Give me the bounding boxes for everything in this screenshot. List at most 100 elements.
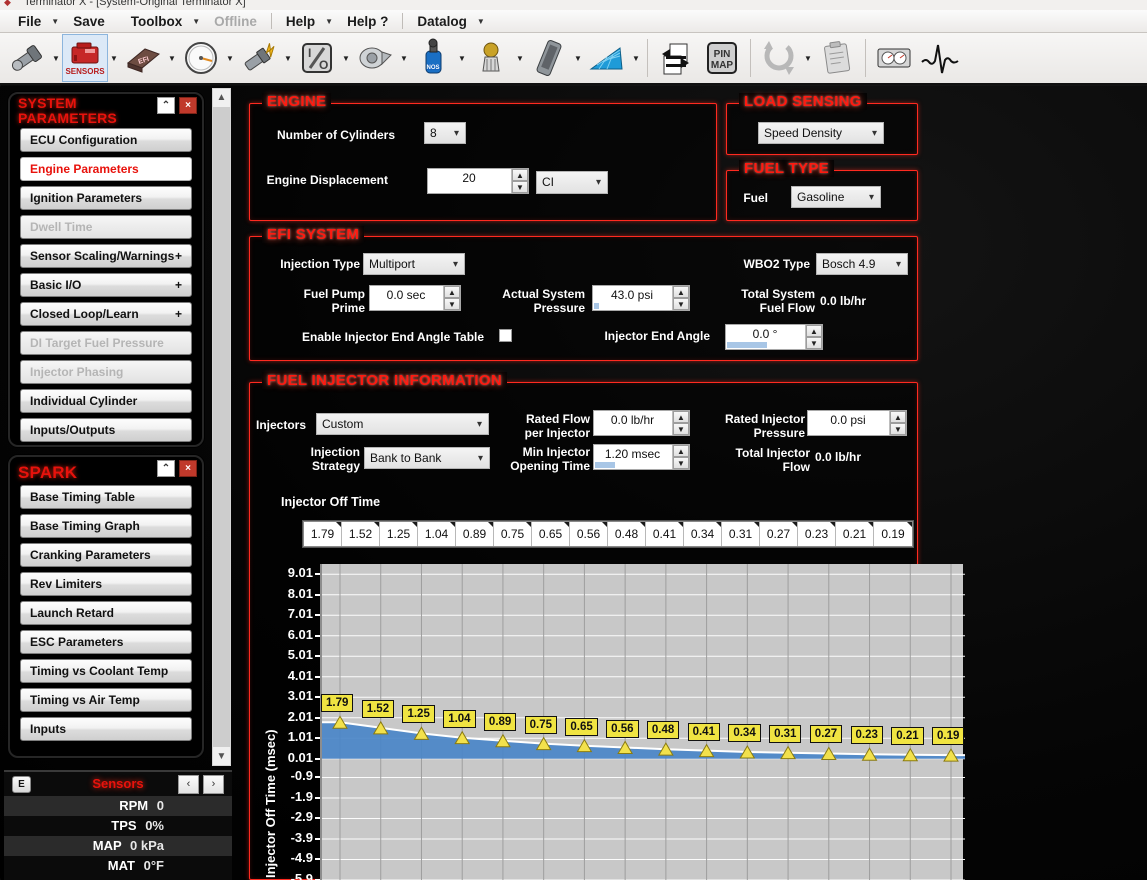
sensors-next-button[interactable]: › xyxy=(203,775,224,794)
cylinders-select[interactable]: 8 ▾ xyxy=(424,122,466,144)
scroll-up-arrow[interactable]: ▲ xyxy=(213,89,230,106)
off-time-cell[interactable]: 1.04 xyxy=(418,522,456,546)
sensors-prev-button[interactable]: ‹ xyxy=(178,775,199,794)
toolbar-turbo-button[interactable] xyxy=(352,34,398,82)
toolbar-clipboard-button[interactable] xyxy=(814,34,860,82)
fuel-pump-prime-input[interactable]: 0.0 sec ▲ ▼ xyxy=(369,285,461,311)
rated-flow-spinner[interactable]: ▲ ▼ xyxy=(672,411,689,435)
injector-end-angle-spinner[interactable]: ▲ ▼ xyxy=(805,325,822,349)
panel-spark-minimize[interactable]: ⌃ xyxy=(157,460,175,477)
actual-system-pressure-input[interactable]: 43.0 psi ▲ ▼ xyxy=(592,285,690,311)
off-time-cell[interactable]: 0.31 xyxy=(722,522,760,546)
actual-system-pressure-spinner[interactable]: ▲ ▼ xyxy=(672,286,689,310)
toolbar-gauge-button[interactable] xyxy=(178,34,224,82)
fuel-select[interactable]: Gasoline ▾ xyxy=(791,186,881,208)
spinner-down-icon[interactable]: ▼ xyxy=(512,181,528,193)
spinner-up-icon[interactable]: ▲ xyxy=(806,325,822,337)
toolbar-handheld-caret[interactable]: ▼ xyxy=(572,54,584,63)
off-time-cell[interactable]: 0.56 xyxy=(570,522,608,546)
off-time-cell[interactable]: 0.21 xyxy=(836,522,874,546)
toolbar-sensors-caret[interactable]: ▼ xyxy=(108,54,120,63)
toolbar-transfer-button[interactable] xyxy=(653,34,699,82)
menu-datalog-caret[interactable]: ▼ xyxy=(471,11,495,32)
spinner-down-icon[interactable]: ▼ xyxy=(673,457,689,469)
toolbar-refresh-caret[interactable]: ▼ xyxy=(802,54,814,63)
toolbar-spark-plug-button[interactable] xyxy=(236,34,282,82)
fuel-pump-prime-spinner[interactable]: ▲ ▼ xyxy=(443,286,460,310)
sidebar-item-ecu-configuration[interactable]: ECU Configuration xyxy=(20,128,192,152)
injectors-select[interactable]: Custom ▾ xyxy=(316,413,489,435)
injection-strategy-select[interactable]: Bank to Bank ▾ xyxy=(364,447,490,469)
sidebar-item-inputs[interactable]: Inputs xyxy=(20,717,192,741)
sidebar-item-sensor-scaling-warnings[interactable]: Sensor Scaling/Warnings + xyxy=(20,244,192,268)
off-time-cell[interactable]: 0.89 xyxy=(456,522,494,546)
toolbar-handheld-button[interactable] xyxy=(526,34,572,82)
toolbar-gauge-caret[interactable]: ▼ xyxy=(224,54,236,63)
sidebar-item-basic-io[interactable]: Basic I/O + xyxy=(20,273,192,297)
off-time-cell[interactable]: 1.52 xyxy=(342,522,380,546)
toolbar-turbo-caret[interactable]: ▼ xyxy=(398,54,410,63)
off-time-cell[interactable]: 0.75 xyxy=(494,522,532,546)
toolbar-nitrous-button[interactable]: NOS xyxy=(410,34,456,82)
off-time-cell[interactable]: 0.27 xyxy=(760,522,798,546)
toolbar-io-button[interactable]: I O xyxy=(294,34,340,82)
toolbar-waveform-button[interactable] xyxy=(917,34,963,82)
spinner-up-icon[interactable]: ▲ xyxy=(890,411,906,423)
panel-spark-close[interactable]: × xyxy=(179,460,197,477)
toolbar-sensors-button[interactable]: SENSORS xyxy=(62,34,108,82)
off-time-cell[interactable]: 0.48 xyxy=(608,522,646,546)
wbo2-type-select[interactable]: Bosch 4.9 ▾ xyxy=(816,253,908,275)
sidebar-item-cranking-parameters[interactable]: Cranking Parameters xyxy=(20,543,192,567)
spinner-up-icon[interactable]: ▲ xyxy=(673,445,689,457)
menu-toolbox-caret[interactable]: ▼ xyxy=(186,11,210,32)
sidebar-item-engine-parameters[interactable]: Engine Parameters xyxy=(20,157,192,181)
toolbar-efi-module-button[interactable]: EFI xyxy=(120,34,166,82)
sidebar-item-ignition-parameters[interactable]: Ignition Parameters xyxy=(20,186,192,210)
spinner-up-icon[interactable]: ▲ xyxy=(444,286,460,298)
toolbar-efi-module-caret[interactable]: ▼ xyxy=(166,54,178,63)
sidebar-item-launch-retard[interactable]: Launch Retard xyxy=(20,601,192,625)
injection-type-select[interactable]: Multiport ▾ xyxy=(363,253,465,275)
sidebar-item-closed-loop-learn[interactable]: Closed Loop/Learn + xyxy=(20,302,192,326)
off-time-cell[interactable]: 0.19 xyxy=(874,522,912,546)
rated-flow-per-injector-input[interactable]: 0.0 lb/hr ▲ ▼ xyxy=(593,410,690,436)
sidebar-item-rev-limiters[interactable]: Rev Limiters xyxy=(20,572,192,596)
rated-pressure-spinner[interactable]: ▲ ▼ xyxy=(889,411,906,435)
toolbar-sensor-probe-caret[interactable]: ▼ xyxy=(50,54,62,63)
panel-system-parameters-close[interactable]: × xyxy=(179,97,197,114)
menu-save[interactable]: Save xyxy=(69,11,109,32)
menu-file[interactable]: File xyxy=(14,11,45,32)
sidebar-item-inputs-outputs[interactable]: Inputs/Outputs xyxy=(20,418,192,442)
spinner-down-icon[interactable]: ▼ xyxy=(890,423,906,435)
min-open-spinner[interactable]: ▲ ▼ xyxy=(672,445,689,469)
menu-toolbox[interactable]: Toolbox xyxy=(127,11,187,32)
engine-displacement-spinner[interactable]: ▲ ▼ xyxy=(511,169,528,193)
load-sensing-select[interactable]: Speed Density ▾ xyxy=(758,122,884,144)
toolbar-io-caret[interactable]: ▼ xyxy=(340,54,352,63)
toolbar-pin-map-button[interactable]: PIN MAP xyxy=(699,34,745,82)
toolbar-fuel-map-3d-caret[interactable]: ▼ xyxy=(630,54,642,63)
sidebar-item-timing-vs-coolant-temp[interactable]: Timing vs Coolant Temp xyxy=(20,659,192,683)
sidebar-item-individual-cylinder[interactable]: Individual Cylinder xyxy=(20,389,192,413)
sidebar-item-base-timing-table[interactable]: Base Timing Table xyxy=(20,485,192,509)
toolbar-idle-motor-caret[interactable]: ▼ xyxy=(514,54,526,63)
toolbar-sensor-probe-button[interactable] xyxy=(4,34,50,82)
injector-off-time-table[interactable]: 1.79 1.52 1.25 1.04 0.89 0.75 0.65 0.56 0.48 0.41… xyxy=(303,521,913,547)
toolbar-refresh-button[interactable] xyxy=(756,34,802,82)
displacement-unit-select[interactable]: CI ▾ xyxy=(536,171,608,194)
off-time-cell[interactable]: 0.41 xyxy=(646,522,684,546)
spinner-down-icon[interactable]: ▼ xyxy=(444,298,460,310)
sidebar-item-timing-vs-air-temp[interactable]: Timing vs Air Temp xyxy=(20,688,192,712)
toolbar-fuel-map-3d-button[interactable] xyxy=(584,34,630,82)
menu-help-question[interactable]: Help ? xyxy=(343,11,392,32)
spinner-up-icon[interactable]: ▲ xyxy=(512,169,528,181)
toolbar-dual-gauge-button[interactable] xyxy=(871,34,917,82)
spinner-down-icon[interactable]: ▼ xyxy=(673,298,689,310)
toolbar-spark-plug-caret[interactable]: ▼ xyxy=(282,54,294,63)
menu-datalog[interactable]: Datalog xyxy=(413,11,471,32)
spinner-up-icon[interactable]: ▲ xyxy=(673,411,689,423)
menu-help-caret[interactable]: ▼ xyxy=(319,11,343,32)
rated-injector-pressure-input[interactable]: 0.0 psi ▲ ▼ xyxy=(807,410,907,436)
off-time-cell[interactable]: 1.25 xyxy=(380,522,418,546)
menu-file-caret[interactable]: ▼ xyxy=(45,11,69,32)
